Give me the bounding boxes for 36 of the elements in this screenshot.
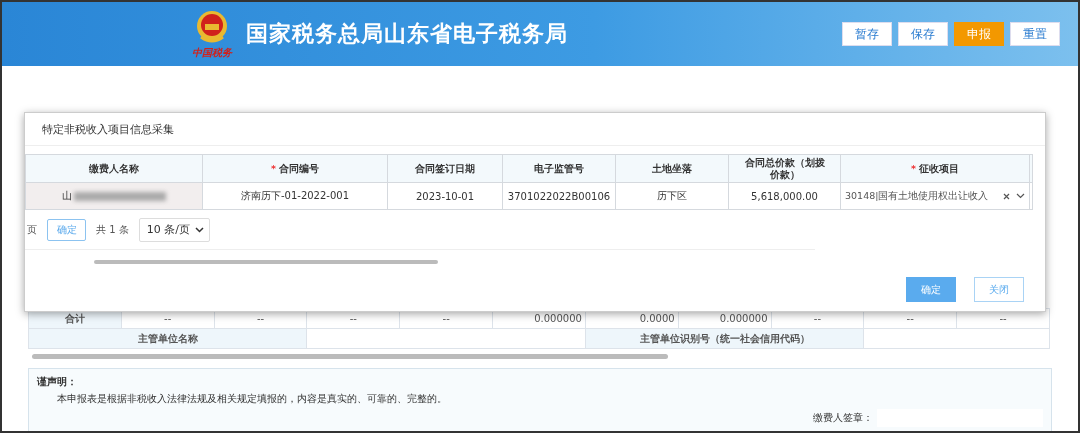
scrollbar[interactable] — [32, 354, 668, 359]
column-header: 合同总价款（划拨价款） — [728, 154, 841, 183]
table-cell: 济南历下-01-2022-001 — [202, 182, 388, 210]
levy-item-select[interactable]: 30148|国有土地使用权出让收入 — [840, 182, 1030, 210]
page-size-select[interactable]: 10 条/页 — [138, 217, 210, 242]
chevron-down-icon — [194, 226, 204, 233]
table-cell: 历下区 — [615, 182, 729, 210]
pager-confirm-button[interactable]: 确定 — [47, 218, 86, 241]
header-button[interactable]: 保存 — [898, 22, 948, 46]
dialog-title: 特定非税收入项目信息采集 — [42, 121, 174, 137]
emblem-icon — [195, 8, 229, 45]
column-header: * 征收项目 — [840, 154, 1030, 183]
site-title: 国家税务总局山东省电子税务局 — [246, 20, 568, 48]
declaration-heading: 谨声明： — [37, 375, 78, 389]
column-header: 土地坐落 — [615, 154, 729, 183]
total-count: 共 1 条 — [96, 222, 129, 237]
table-cell: 山 — [25, 182, 203, 210]
declaration-text: 本申报表是根据非税收入法律法规及相关规定填报的，内容是真实的、可靠的、完整的。 — [56, 392, 448, 406]
chevron-down-icon[interactable] — [1016, 193, 1025, 199]
column-header: 缴费人名称 — [25, 154, 203, 183]
signature-label: 缴费人签章： — [813, 411, 873, 425]
clear-icon[interactable] — [1003, 192, 1010, 200]
table-header-cell: 主管单位名称 — [28, 328, 307, 349]
table-cell: 2023-10-01 — [387, 182, 503, 210]
logo-caption: 中国税务 — [192, 45, 232, 60]
column-header: 电子监管号 — [502, 154, 616, 183]
scrollbar[interactable] — [94, 260, 438, 264]
header-button[interactable]: 重置 — [1010, 22, 1060, 46]
dialog-button[interactable]: 关闭 — [974, 277, 1024, 302]
column-header: * 合同编号 — [202, 154, 388, 183]
column-header: 合同签订日期 — [387, 154, 503, 183]
header-button[interactable]: 暂存 — [842, 22, 892, 46]
table-cell: 3701022022B00106 — [502, 182, 616, 210]
pager-label: 页 — [27, 222, 37, 237]
table-cell: 5,618,000.00 — [728, 182, 841, 210]
dialog-button[interactable]: 确定 — [906, 277, 956, 302]
